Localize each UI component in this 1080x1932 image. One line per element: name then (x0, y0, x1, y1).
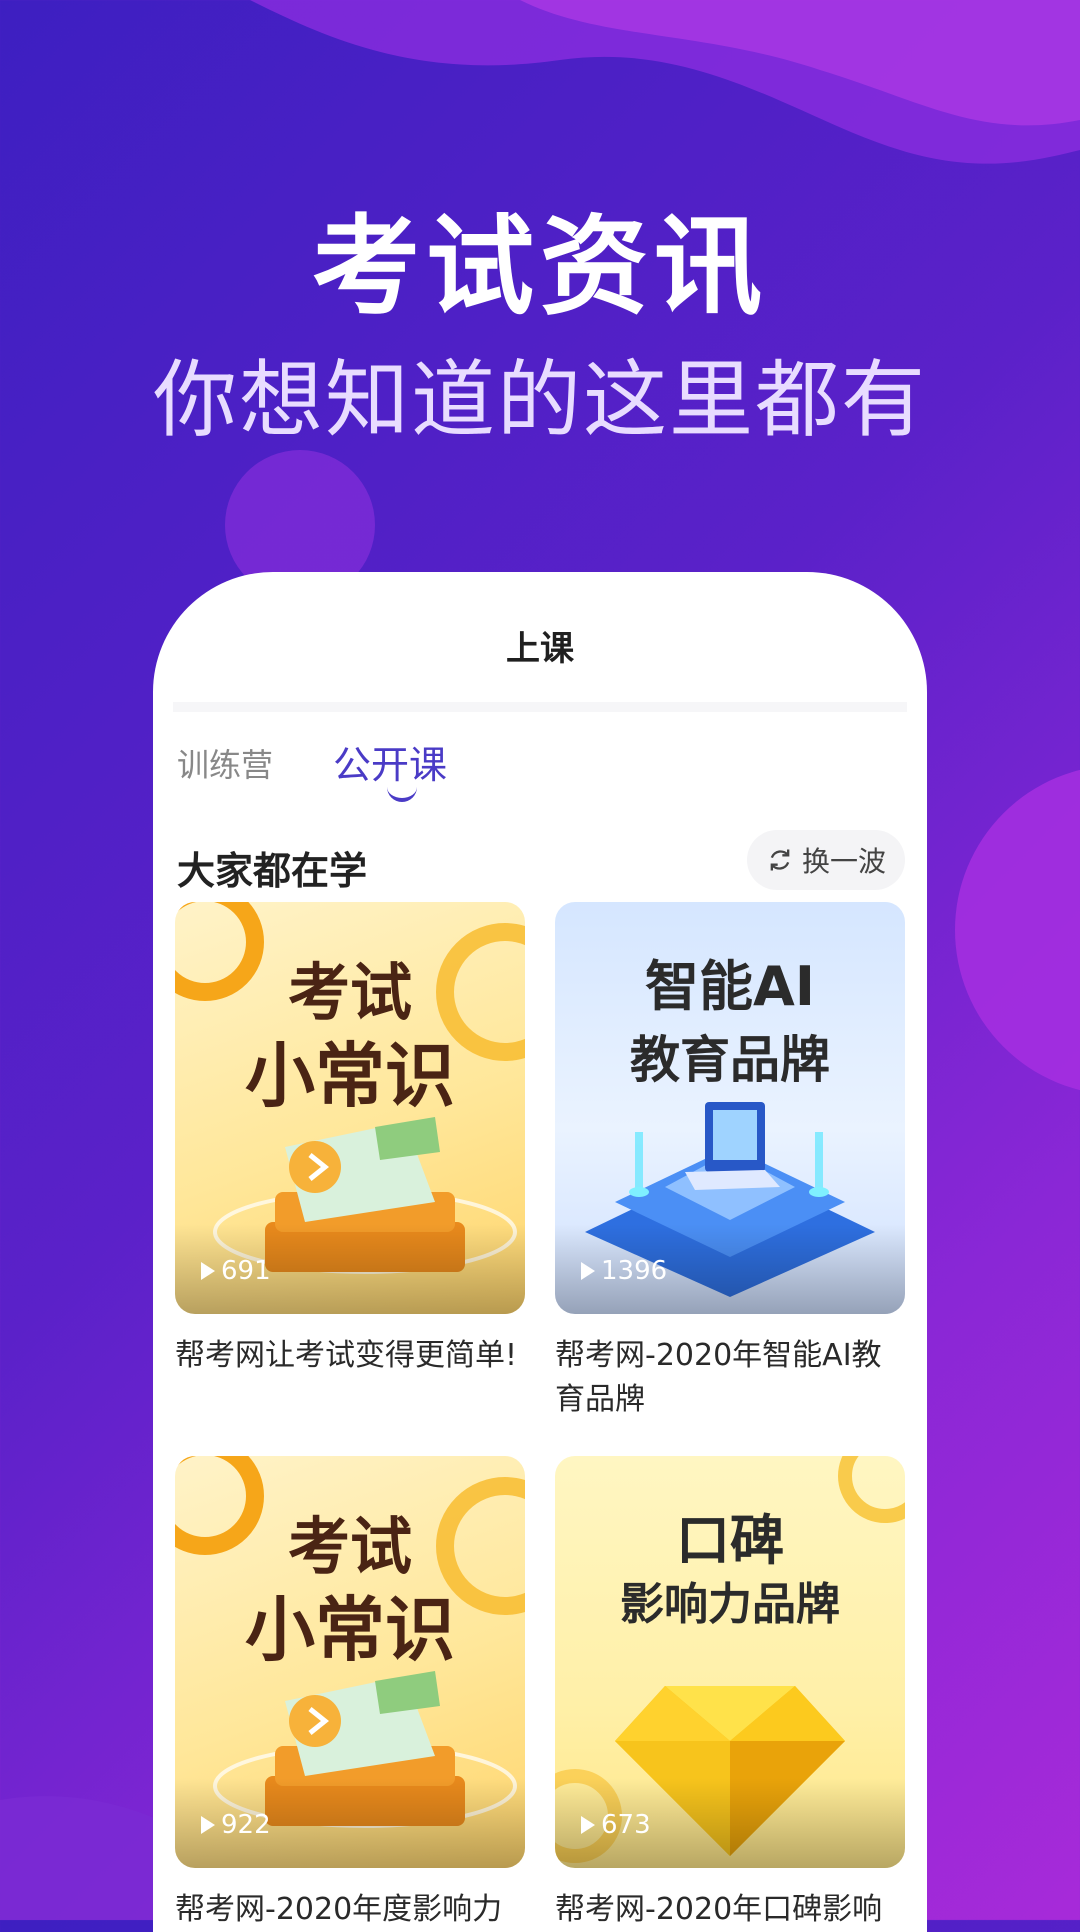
page-title: 上课 (506, 629, 574, 669)
course-thumbnail: 智能AI 教育品牌 1396 (555, 902, 905, 1314)
play-icon (581, 1262, 595, 1280)
phone-mockup: 上课 训练营 公开课 大家都在学 换一波 考试 小常识 691 帮考网让考试变得… (153, 572, 927, 1932)
course-card[interactable]: 智能AI 教育品牌 1396 帮考网-2020年智能AI教育品牌 (555, 902, 905, 1422)
header-divider (173, 702, 907, 712)
play-count: 673 (581, 1810, 651, 1840)
thumbnail-line2: 影响力品牌 (620, 1579, 840, 1630)
course-card[interactable]: 考试 小常识 922 帮考网-2020年度影响力 (175, 1456, 525, 1932)
thumbnail-line1: 智能AI (645, 955, 815, 1018)
course-thumbnail: 考试 小常识 691 (175, 902, 525, 1314)
course-title: 帮考网-2020年智能AI教育品牌 (555, 1338, 882, 1417)
play-icon (201, 1262, 215, 1280)
tab-bar: 训练营 公开课 (153, 712, 927, 802)
play-count-value: 673 (601, 1810, 651, 1840)
tab-open-course[interactable]: 公开课 (333, 734, 447, 789)
play-count-value: 922 (221, 1810, 271, 1840)
course-title: 帮考网-2020年口碑影响 (555, 1892, 883, 1927)
refresh-icon (770, 849, 790, 871)
course-title: 帮考网-2020年度影响力 (175, 1892, 503, 1927)
thumbnail-line2: 教育品牌 (630, 1031, 830, 1089)
hero-title: 考试资讯 (311, 205, 768, 330)
thumbnail-line2: 小常识 (245, 1034, 455, 1117)
play-count: 1396 (581, 1256, 667, 1286)
hero-subtitle: 你想知道的这里都有 (152, 351, 927, 449)
play-count-value: 1396 (601, 1256, 668, 1286)
refresh-label: 换一波 (801, 845, 886, 878)
thumbnail-line1: 口碑 (676, 1509, 784, 1572)
course-card[interactable]: 考试 小常识 691 帮考网让考试变得更简单! (175, 902, 525, 1378)
thumbnail-line1: 考试 (287, 1510, 412, 1583)
section-title: 大家都在学 (177, 849, 368, 893)
course-title: 帮考网让考试变得更简单! (175, 1338, 518, 1373)
course-thumbnail: 考试 小常识 922 (175, 1456, 525, 1868)
play-icon (581, 1816, 595, 1834)
play-icon (201, 1816, 215, 1834)
refresh-button[interactable]: 换一波 (747, 830, 905, 890)
course-card[interactable]: 口碑 影响力品牌 673 帮考网-2020年口碑影响 (555, 1456, 905, 1932)
course-thumbnail: 口碑 影响力品牌 673 (555, 1456, 905, 1868)
play-count: 691 (201, 1256, 271, 1286)
tab-training-camp[interactable]: 训练营 (177, 740, 273, 786)
play-count-value: 691 (221, 1256, 271, 1286)
thumbnail-line1: 考试 (287, 956, 412, 1029)
thumbnail-line2: 小常识 (245, 1588, 455, 1671)
play-count: 922 (201, 1810, 271, 1840)
